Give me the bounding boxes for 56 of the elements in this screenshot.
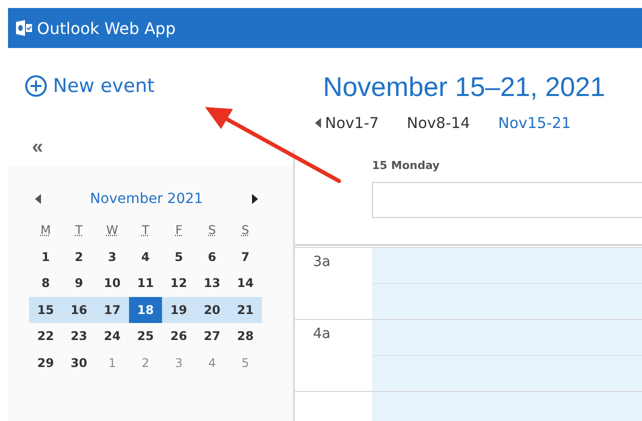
app-title: Outlook Web App — [37, 18, 176, 38]
weekday-label: F — [174, 223, 184, 238]
calendar-day[interactable]: 15 — [29, 296, 62, 323]
week-tab[interactable]: Nov1-7 — [325, 114, 379, 132]
all-day-field[interactable] — [372, 182, 642, 218]
calendar-day[interactable]: 19 — [162, 296, 196, 323]
calendar-day[interactable]: 4 — [128, 244, 162, 270]
calendar-day[interactable]: 2 — [62, 244, 96, 270]
calendar-day[interactable]: 30 — [62, 350, 96, 376]
plus-icon — [25, 75, 47, 97]
calendar-day[interactable]: 24 — [96, 323, 129, 350]
calendar-day[interactable]: 6 — [195, 244, 229, 270]
calendar-day[interactable]: 10 — [96, 270, 129, 296]
date-range-title: November 15–21, 2021 — [323, 71, 606, 104]
calendar-day[interactable]: 12 — [162, 270, 196, 296]
calendar-day[interactable]: 9 — [62, 270, 96, 296]
calendar-day[interactable]: 25 — [128, 323, 162, 350]
calendar-day[interactable]: 27 — [195, 323, 229, 350]
weekday-label: T — [74, 223, 84, 238]
calendar-day[interactable]: 1 — [29, 244, 62, 270]
calendar-day[interactable]: 29 — [29, 350, 62, 376]
calendar-day[interactable]: 23 — [62, 323, 96, 350]
hour-label: 4a — [312, 325, 332, 344]
calendar-day[interactable]: 17 — [96, 296, 129, 323]
day-heading: 15 Monday — [372, 159, 441, 174]
calendar-day[interactable]: 16 — [62, 296, 96, 323]
weekday-label: S — [207, 223, 217, 238]
calendar-day[interactable]: 7 — [228, 244, 262, 270]
hour-label: 3a — [312, 253, 332, 272]
calendar-day[interactable]: 21 — [228, 296, 262, 323]
calendar-day[interactable]: 11 — [128, 270, 162, 296]
calendar-day[interactable]: 8 — [29, 270, 62, 296]
calendar-day[interactable]: 13 — [195, 270, 229, 296]
next-month-icon[interactable] — [252, 194, 258, 204]
calendar-day[interactable]: 3 — [96, 244, 129, 270]
calendar-day[interactable]: 28 — [228, 323, 262, 350]
calendar-day[interactable]: 20 — [195, 296, 229, 323]
previous-month-icon[interactable] — [35, 194, 41, 204]
calendar-day[interactable]: 5 — [162, 244, 196, 270]
time-slot[interactable] — [372, 248, 642, 319]
calendar-day[interactable]: 26 — [162, 323, 196, 350]
previous-week-icon — [315, 118, 321, 128]
weekday-label: T — [140, 223, 150, 238]
weekday-label: M — [39, 223, 52, 238]
app-logo-icon — [16, 20, 32, 36]
weekday-label: S — [240, 223, 250, 238]
week-tab[interactable]: Nov15-21 — [498, 114, 571, 132]
month-title[interactable]: November 2021 — [90, 191, 203, 207]
calendar-day[interactable]: 14 — [228, 270, 262, 296]
collapse-button[interactable]: « — [32, 137, 44, 157]
calendar-day[interactable]: 18 — [128, 296, 162, 323]
new-event-button[interactable]: New event — [25, 75, 155, 97]
calendar-day[interactable]: 22 — [29, 323, 62, 350]
week-tab[interactable]: Nov8-14 — [406, 114, 470, 132]
time-slot[interactable] — [372, 320, 642, 391]
weekday-label: W — [105, 223, 120, 238]
